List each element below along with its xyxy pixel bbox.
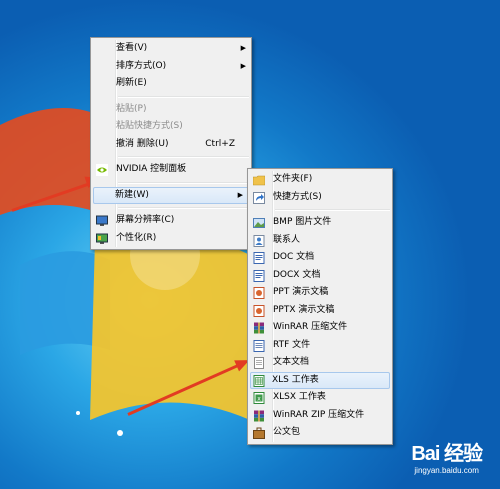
menu-item-view[interactable]: 查看(V) ▶ (91, 40, 251, 58)
submenu-item-bmp[interactable]: BMP 图片文件 (248, 214, 392, 232)
menu-item-personalize[interactable]: 个性化(R) (91, 230, 251, 248)
menu-item-paste-shortcut[interactable]: 粘贴快捷方式(S) (91, 118, 251, 136)
submenu-item-doc[interactable]: DOC 文档 (248, 249, 392, 267)
nvidia-icon (96, 164, 108, 176)
submenu-item-xls[interactable]: XLS 工作表 (250, 371, 390, 389)
personalize-icon (96, 233, 108, 244)
menu-item-screen-resolution[interactable]: 屏幕分辨率(C) (91, 212, 251, 230)
submenu-arrow-icon: ▶ (240, 61, 246, 70)
new-submenu: 文件夹(F) 快捷方式(S) BMP 图片文件 联系人 DOC 文档 DOCX … (247, 168, 393, 445)
shortcut-icon (253, 191, 265, 204)
excel-xls-icon (253, 374, 265, 387)
powerpoint-x-icon (253, 304, 265, 317)
menu-item-sort-by[interactable]: 排序方式(O) ▶ (91, 58, 251, 76)
menu-item-paste[interactable]: 粘贴(P) (91, 101, 251, 119)
word-docx-icon (253, 269, 265, 282)
submenu-item-shortcut[interactable]: 快捷方式(S) (248, 189, 392, 207)
submenu-item-ppt[interactable]: PPT 演示文稿 (248, 284, 392, 302)
menu-item-nvidia-control-panel[interactable]: NVIDIA 控制面板 (91, 161, 251, 179)
submenu-item-docx[interactable]: DOCX 文档 (248, 267, 392, 285)
submenu-item-rtf[interactable]: RTF 文件 (248, 337, 392, 355)
watermark-logo: Bai 经验 (411, 443, 483, 465)
sparkle-2 (76, 411, 80, 415)
submenu-item-folder[interactable]: 文件夹(F) (248, 171, 392, 189)
rtf-document-icon (253, 339, 265, 352)
submenu-item-winrar-zip[interactable]: WinRAR ZIP 压缩文件 (248, 407, 392, 425)
menu-item-refresh[interactable]: 刷新(E) (91, 75, 251, 93)
menu-item-undo-delete[interactable]: 撤消 删除(U) Ctrl+Z (91, 136, 251, 154)
folder-icon (253, 175, 265, 186)
desktop-context-menu: 查看(V) ▶ 排序方式(O) ▶ 刷新(E) 粘贴(P) 粘贴快捷方式(S) 撤消… (90, 37, 252, 250)
menu-separator (118, 181, 249, 184)
winrar-zip-icon (254, 410, 264, 421)
text-document-icon (254, 357, 264, 369)
submenu-item-xlsx[interactable]: x XLSX 工作表 (248, 389, 392, 407)
watermark-url: jingyan.baidu.com (414, 466, 479, 475)
submenu-arrow-icon: ▶ (237, 190, 243, 199)
menu-item-new[interactable]: 新建(W) ▶ (93, 186, 249, 204)
display-icon (96, 215, 108, 226)
menu-separator (118, 156, 249, 158)
bmp-image-icon (253, 218, 265, 228)
sparkle-1 (117, 430, 123, 436)
submenu-arrow-icon: ▶ (240, 44, 246, 52)
powerpoint-icon (253, 287, 265, 299)
submenu-item-pptx[interactable]: PPTX 演示文稿 (248, 302, 392, 320)
menu-separator (275, 209, 390, 211)
contact-icon (253, 234, 265, 247)
submenu-item-winrar[interactable]: WinRAR 压缩文件 (248, 319, 392, 337)
winrar-archive-icon (254, 322, 264, 334)
briefcase-icon (253, 427, 265, 439)
baidu-jingyan-watermark: Bai 经验 jingyan.baidu.com (411, 437, 483, 475)
excel-xlsx-icon: x (253, 392, 265, 404)
word-doc-icon (253, 252, 265, 264)
submenu-item-text-document[interactable]: 文本文档 (248, 354, 392, 372)
menu-separator (118, 95, 249, 98)
svg-text:x: x (257, 395, 261, 402)
shortcut-label: Ctrl+Z (205, 138, 235, 149)
submenu-item-briefcase[interactable]: 公文包 (248, 424, 392, 442)
submenu-item-contact[interactable]: 联系人 (248, 232, 392, 250)
menu-separator (118, 207, 249, 209)
